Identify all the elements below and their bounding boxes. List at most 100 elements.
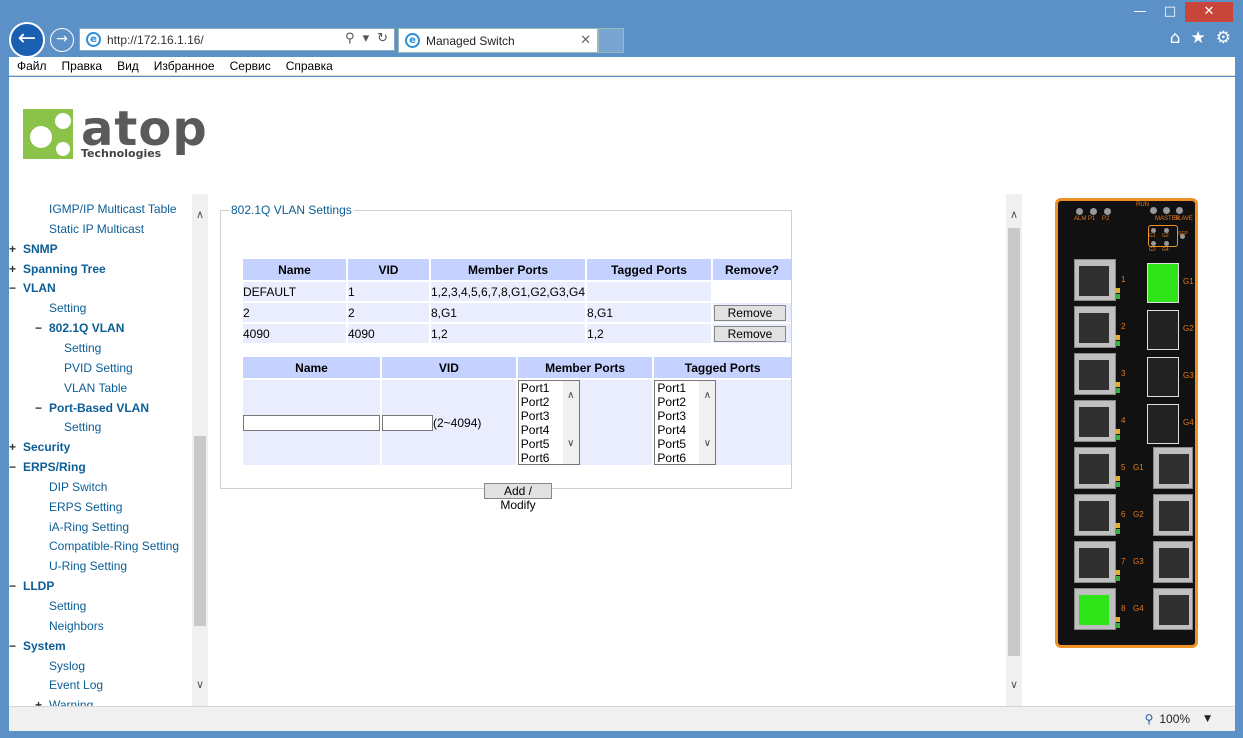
status-led xyxy=(1164,241,1169,246)
sidebar-item-spanning-tree[interactable]: + Spanning Tree xyxy=(9,262,106,276)
status-bar: ⚲ 100% ▼ xyxy=(9,706,1235,731)
vlan-remove-cell: Remove xyxy=(712,303,791,322)
main-scrollbar[interactable]: ∧ ∨ xyxy=(1006,194,1022,706)
collapse-icon[interactable]: − xyxy=(35,401,47,415)
vlan-vid-input[interactable] xyxy=(382,414,433,431)
collapse-icon[interactable]: − xyxy=(9,579,21,593)
favorites-star-icon[interactable]: ★ xyxy=(1191,28,1206,48)
sidebar-item-vlan-table[interactable]: VLAN Table xyxy=(64,381,127,395)
scroll-down-icon[interactable]: ∨ xyxy=(699,437,715,451)
member-ports-listbox[interactable]: Port1 Port2 Port3 Port4 Port5 Port6 ∧ ∨ xyxy=(517,380,580,465)
main-scroll-thumb[interactable] xyxy=(1008,228,1020,656)
scroll-down-icon[interactable]: ∨ xyxy=(563,437,579,451)
sidebar-item-syslog[interactable]: Syslog xyxy=(49,659,85,673)
sidebar-scroll-thumb[interactable] xyxy=(194,436,206,626)
tab-title: Managed Switch xyxy=(426,33,515,48)
sidebar-item-warning[interactable]: + Warning xyxy=(35,698,93,706)
sidebar-item-compatible-ring-setting[interactable]: Compatible-Ring Setting xyxy=(49,539,179,553)
form-col-member-ports: Member Ports xyxy=(517,357,653,378)
sidebar-item-system[interactable]: − System xyxy=(9,639,66,653)
address-bar[interactable]: e http://172.16.1.16/ ⚲ ▾ ↻ xyxy=(79,28,395,51)
add-modify-button[interactable]: Add / Modify xyxy=(484,483,552,512)
address-url[interactable]: http://172.16.1.16/ xyxy=(107,33,204,47)
zoom-control[interactable]: ⚲ 100% ▼ xyxy=(1145,712,1211,726)
dropdown-arrow-icon[interactable]: ▾ xyxy=(363,31,370,46)
window-controls: — □ ✕ xyxy=(1125,2,1233,22)
menu-favorites[interactable]: Избранное xyxy=(154,59,215,73)
remove-vlan-2-button[interactable]: Remove xyxy=(713,304,786,321)
sfp-slot xyxy=(1147,357,1179,397)
minimize-icon[interactable]: — xyxy=(1125,2,1155,22)
browser-tab[interactable]: e Managed Switch ✕ xyxy=(398,28,598,53)
sidebar-item-setting[interactable]: Setting xyxy=(64,420,101,434)
sidebar-item-erps-ring[interactable]: − ERPS/Ring xyxy=(9,460,86,474)
expand-icon[interactable]: + xyxy=(9,440,21,454)
close-icon[interactable]: ✕ xyxy=(1185,2,1233,22)
scroll-up-icon[interactable]: ∧ xyxy=(699,389,715,403)
sidebar-item-security[interactable]: + Security xyxy=(9,440,70,454)
collapse-icon[interactable]: − xyxy=(9,639,21,653)
sidebar-item-snmp[interactable]: + SNMP xyxy=(9,242,58,256)
sidebar-item-static-ip-multicast[interactable]: Static IP Multicast xyxy=(49,222,144,236)
sidebar-item-vlan[interactable]: − VLAN xyxy=(9,281,56,295)
expand-icon[interactable]: + xyxy=(9,242,21,256)
search-icon[interactable]: ⚲ xyxy=(345,31,355,46)
sidebar-item-pvid-setting[interactable]: PVID Setting xyxy=(64,361,133,375)
menu-file[interactable]: Файл xyxy=(17,59,47,73)
sidebar-item-port-based-vlan[interactable]: − Port-Based VLAN xyxy=(35,401,149,415)
expand-icon[interactable]: + xyxy=(35,698,47,706)
collapse-icon[interactable]: − xyxy=(9,281,21,295)
sidebar-item-label: SNMP xyxy=(23,241,58,256)
sidebar-item-event-log[interactable]: Event Log xyxy=(49,678,103,692)
led-label: P1 xyxy=(1088,216,1096,222)
scroll-down-icon[interactable]: ∨ xyxy=(192,678,208,691)
sidebar-item-label: Security xyxy=(23,440,71,455)
menu-help[interactable]: Справка xyxy=(286,59,333,73)
port-led xyxy=(1115,482,1120,487)
new-tab-button[interactable] xyxy=(598,28,624,53)
sidebar-item-802-1q-vlan[interactable]: −802.1Q VLAN xyxy=(35,321,124,335)
settings-gear-icon[interactable]: ⚙ xyxy=(1216,28,1231,48)
sidebar-item-lldp[interactable]: − LLDP xyxy=(9,579,54,593)
sidebar-item-setting[interactable]: Setting xyxy=(49,301,86,315)
scroll-up-icon[interactable]: ∧ xyxy=(192,208,208,221)
vlan-name-input[interactable] xyxy=(243,414,380,431)
sidebar-item-dip-switch[interactable]: DIP Switch xyxy=(49,480,107,494)
back-arrow-icon[interactable]: ← xyxy=(9,22,45,58)
menu-tools[interactable]: Сервис xyxy=(230,59,271,73)
menu-edit[interactable]: Правка xyxy=(62,59,103,73)
gigabit-port-label: G1 xyxy=(1133,463,1144,472)
port-led xyxy=(1115,623,1120,628)
sidebar-item-setting[interactable]: Setting xyxy=(64,341,101,355)
home-icon[interactable]: ⌂ xyxy=(1170,28,1181,48)
tagged-ports-listbox[interactable]: Port1 Port2 Port3 Port4 Port5 Port6 ∧ ∨ xyxy=(654,380,717,465)
scroll-up-icon[interactable]: ∧ xyxy=(563,389,579,403)
maximize-icon[interactable]: □ xyxy=(1155,2,1185,22)
listbox-scrollbar[interactable]: ∧ ∨ xyxy=(699,381,716,464)
refresh-icon[interactable]: ↻ xyxy=(377,31,388,46)
expand-icon[interactable]: + xyxy=(9,262,21,276)
port-socket xyxy=(1159,454,1189,484)
tab-close-icon[interactable]: ✕ xyxy=(580,33,591,48)
sidebar-scrollbar[interactable]: ∧ ∨ xyxy=(192,194,208,706)
sfp-label: G4 xyxy=(1183,418,1194,427)
atop-logo: atop Technologies xyxy=(23,101,207,162)
port-socket xyxy=(1079,266,1109,296)
sidebar-item-u-ring-setting[interactable]: U-Ring Setting xyxy=(49,559,127,573)
sidebar-item-neighbors[interactable]: Neighbors xyxy=(49,619,104,633)
forward-arrow-icon[interactable]: → xyxy=(50,28,74,52)
sidebar-item-setting[interactable]: Setting xyxy=(49,599,86,613)
remove-vlan-4090-button[interactable]: Remove xyxy=(713,325,786,342)
collapse-icon[interactable]: − xyxy=(35,321,47,335)
zoom-dropdown-icon[interactable]: ▼ xyxy=(1204,714,1211,724)
listbox-scrollbar[interactable]: ∧ ∨ xyxy=(562,381,579,464)
menu-view[interactable]: Вид xyxy=(117,59,139,73)
sidebar-item-igmp-ip-multicast-table[interactable]: IGMP/IP Multicast Table xyxy=(49,202,177,216)
scroll-up-icon[interactable]: ∧ xyxy=(1006,208,1022,221)
sidebar-item-erps-setting[interactable]: ERPS Setting xyxy=(49,500,122,514)
scroll-down-icon[interactable]: ∨ xyxy=(1006,678,1022,691)
sidebar-item-label: System xyxy=(23,638,66,653)
sidebar-item-ia-ring-setting[interactable]: iA-Ring Setting xyxy=(49,520,129,534)
led-label: SLAVE xyxy=(1174,216,1193,222)
collapse-icon[interactable]: − xyxy=(9,460,21,474)
